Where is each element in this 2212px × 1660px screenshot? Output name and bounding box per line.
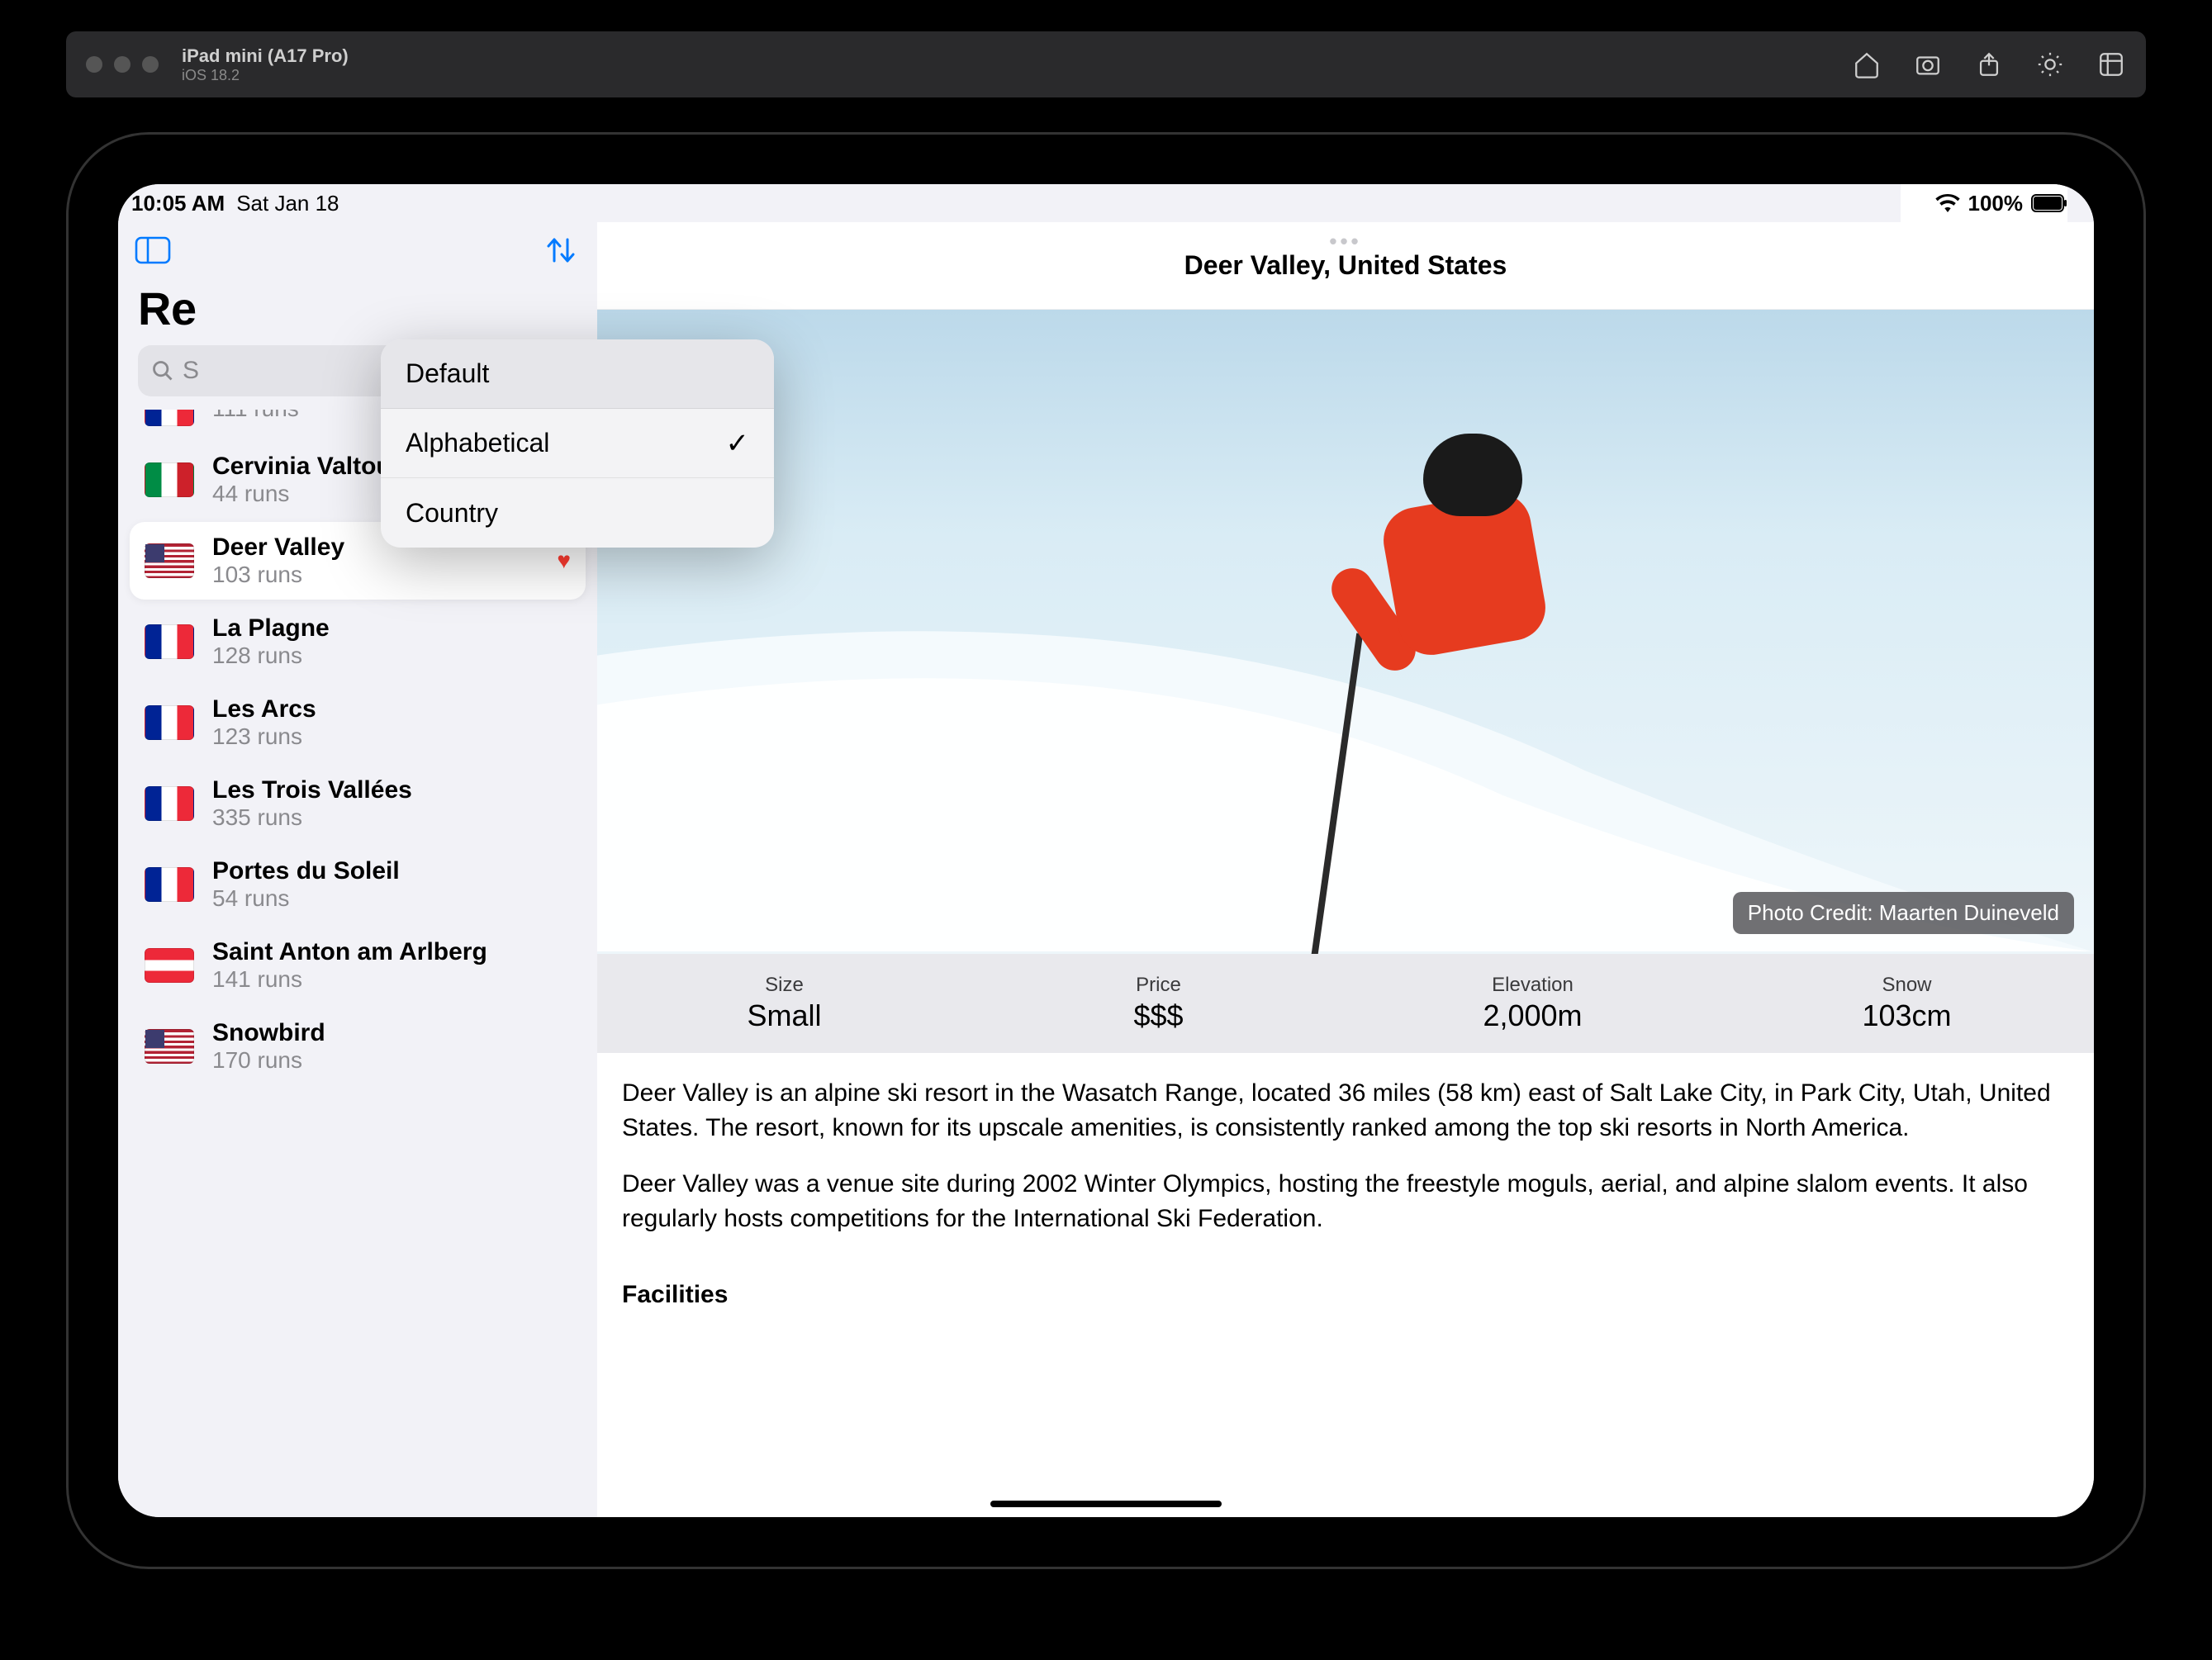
flag-icon xyxy=(145,462,194,497)
keyboard-icon[interactable] xyxy=(2096,50,2126,79)
simulator-title: iPad mini (A17 Pro) iOS 18.2 xyxy=(182,45,349,84)
os-version: iOS 18.2 xyxy=(182,67,349,84)
stat-value: $$$ xyxy=(971,998,1346,1033)
flag-icon xyxy=(145,867,194,902)
status-left: 10:05 AM Sat Jan 18 xyxy=(131,191,339,216)
status-date: Sat Jan 18 xyxy=(236,191,339,216)
home-indicator[interactable] xyxy=(990,1501,1222,1507)
detail-pane: ••• Deer Valley, United States xyxy=(597,222,2094,1517)
sort-option-label: Country xyxy=(406,498,498,529)
stat-label: Snow xyxy=(1720,974,2094,997)
stat-snow: Snow 103cm xyxy=(1720,974,2094,1033)
sort-icon[interactable] xyxy=(544,235,577,266)
resort-name: Les Trois Vallées xyxy=(212,776,571,804)
window-controls xyxy=(86,56,159,73)
description: Deer Valley is an alpine ski resort in t… xyxy=(597,1053,2094,1281)
sort-menu: Default Alphabetical ✓ Country xyxy=(381,339,774,548)
resort-runs: 141 runs xyxy=(212,966,571,993)
detail-header: ••• Deer Valley, United States xyxy=(597,222,2094,310)
resort-name: Saint Anton am Arlberg xyxy=(212,938,571,966)
main-content: Re S 111 runs xyxy=(118,222,2094,1517)
checkmark-icon: ✓ xyxy=(726,427,750,460)
stat-label: Elevation xyxy=(1346,974,1720,997)
description-paragraph: Deer Valley is an alpine ski resort in t… xyxy=(622,1076,2069,1145)
flag-icon xyxy=(145,410,194,426)
sort-option-label: Alphabetical xyxy=(406,428,549,458)
page-title: Re xyxy=(118,278,597,345)
sidebar: Re S 111 runs xyxy=(118,222,597,1517)
ipad-screen: 10:05 AM Sat Jan 18 100% xyxy=(118,184,2094,1517)
resort-list[interactable]: 111 runs Cervinia Valtournenche 44 runs xyxy=(118,410,597,1517)
status-bar: 10:05 AM Sat Jan 18 100% xyxy=(118,184,2094,222)
detail-title: Deer Valley, United States xyxy=(1184,250,1507,281)
stat-elevation: Elevation 2,000m xyxy=(1346,974,1720,1033)
resort-runs: 335 runs xyxy=(212,804,571,831)
flag-icon xyxy=(145,948,194,983)
ipad-frame: 10:05 AM Sat Jan 18 100% xyxy=(66,132,2146,1569)
stats-bar: Size Small Price $$$ Elevation 2,000m Sn… xyxy=(597,954,2094,1053)
zoom-window[interactable] xyxy=(142,56,159,73)
status-right: 100% xyxy=(1935,191,2068,216)
list-item[interactable]: Portes du Soleil 54 runs xyxy=(130,846,586,923)
stat-value: 103cm xyxy=(1720,998,2094,1033)
wifi-icon xyxy=(1935,194,1960,212)
sidebar-toggle-icon[interactable] xyxy=(135,236,171,264)
resort-runs: 54 runs xyxy=(212,885,571,912)
stat-size: Size Small xyxy=(597,974,971,1033)
description-paragraph: Deer Valley was a venue site during 2002… xyxy=(622,1167,2069,1236)
sort-option-default[interactable]: Default xyxy=(381,339,774,409)
resort-runs: 123 runs xyxy=(212,723,571,750)
status-right-bg: 100% xyxy=(1901,184,2068,222)
resort-runs: 103 runs xyxy=(212,562,539,588)
stat-price: Price $$$ xyxy=(971,974,1346,1033)
sort-option-country[interactable]: Country xyxy=(381,478,774,548)
device-name: iPad mini (A17 Pro) xyxy=(182,45,349,67)
flag-icon xyxy=(145,624,194,659)
resort-name: Snowbird xyxy=(212,1019,571,1047)
resort-name: Portes du Soleil xyxy=(212,857,571,885)
grab-handle-icon[interactable]: ••• xyxy=(1329,229,1361,254)
stat-label: Size xyxy=(597,974,971,997)
simulator-bar: iPad mini (A17 Pro) iOS 18.2 xyxy=(66,31,2146,97)
home-icon[interactable] xyxy=(1852,50,1882,79)
sort-option-label: Default xyxy=(406,358,489,389)
slope-graphic xyxy=(597,310,2094,951)
flag-icon xyxy=(145,543,194,578)
flag-icon xyxy=(145,1029,194,1064)
sort-option-alphabetical[interactable]: Alphabetical ✓ xyxy=(381,409,774,478)
minimize-window[interactable] xyxy=(114,56,131,73)
flag-icon xyxy=(145,786,194,821)
close-window[interactable] xyxy=(86,56,102,73)
flag-icon xyxy=(145,705,194,740)
brightness-icon[interactable] xyxy=(2035,50,2065,79)
share-icon[interactable] xyxy=(1974,50,2004,79)
hero-image: Photo Credit: Maarten Duineveld xyxy=(597,310,2094,954)
screenshot-icon[interactable] xyxy=(1913,50,1943,79)
search-placeholder: S xyxy=(183,357,199,385)
stat-label: Price xyxy=(971,974,1346,997)
list-item[interactable]: Les Trois Vallées 335 runs xyxy=(130,765,586,842)
photo-credit: Photo Credit: Maarten Duineveld xyxy=(1733,892,2074,934)
resort-name: Les Arcs xyxy=(212,695,571,723)
list-item[interactable]: La Plagne 128 runs xyxy=(130,603,586,681)
battery-percent: 100% xyxy=(1968,191,2024,216)
resort-runs: 170 runs xyxy=(212,1047,571,1074)
heart-icon[interactable]: ♥ xyxy=(557,548,571,574)
status-time: 10:05 AM xyxy=(131,191,225,216)
list-item[interactable]: Saint Anton am Arlberg 141 runs xyxy=(130,927,586,1004)
stat-value: Small xyxy=(597,998,971,1033)
facilities-heading: Facilities xyxy=(597,1281,2094,1309)
list-item[interactable]: Snowbird 170 runs xyxy=(130,1008,586,1085)
simulator-toolbar xyxy=(1852,50,2126,79)
resort-runs: 128 runs xyxy=(212,643,571,669)
search-icon xyxy=(151,359,174,382)
resort-name: La Plagne xyxy=(212,614,571,643)
list-item[interactable]: Les Arcs 123 runs xyxy=(130,684,586,761)
battery-icon xyxy=(2031,194,2067,212)
sidebar-toolbar xyxy=(118,222,597,278)
stat-value: 2,000m xyxy=(1346,998,1720,1033)
